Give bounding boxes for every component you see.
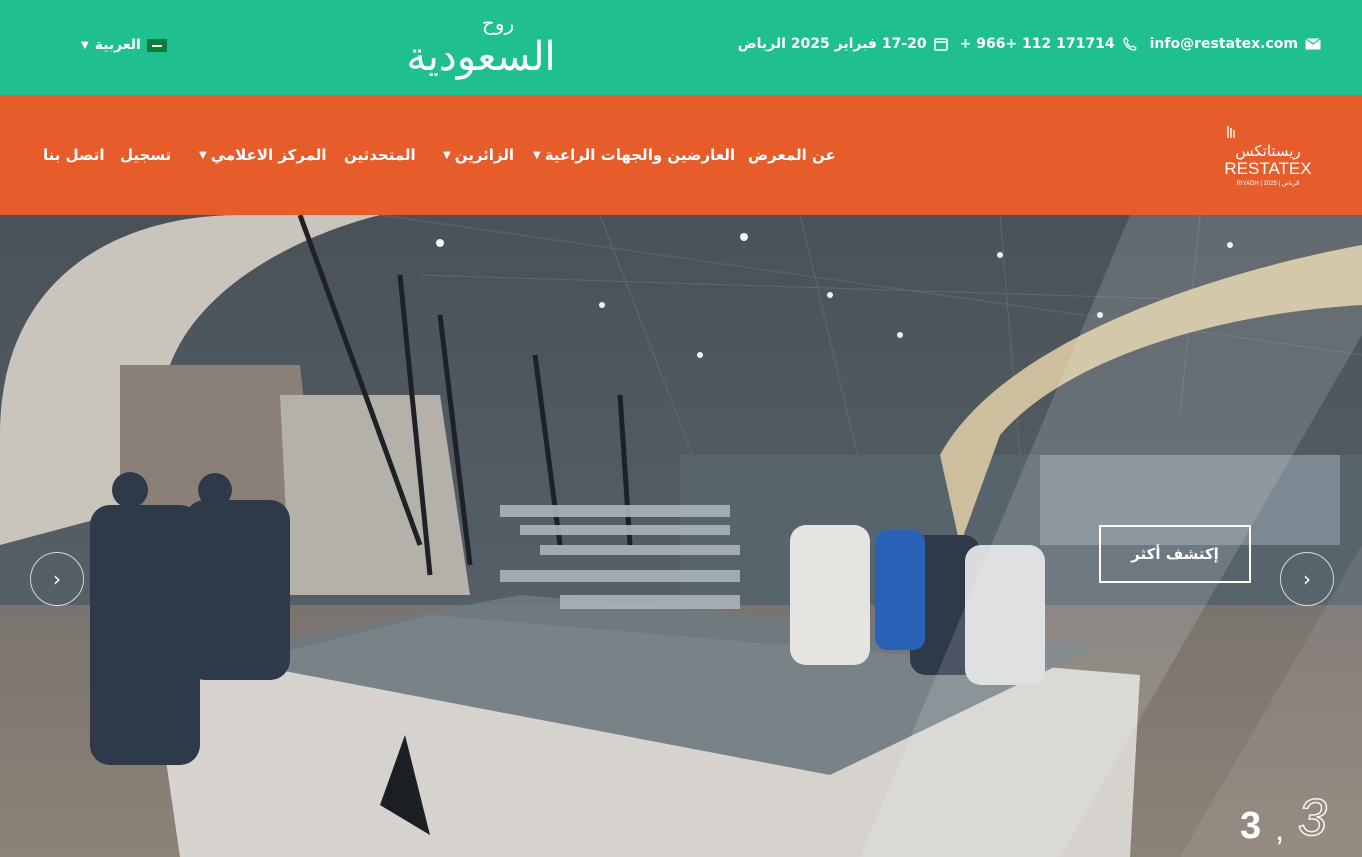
logo-latin-text: RESTATEX: [1224, 159, 1311, 178]
slider-prev-button[interactable]: ›: [30, 552, 84, 606]
slide-counter: 3 , 3: [1240, 788, 1328, 848]
event-dates: 17-20 فبراير 2025 الرياض: [738, 36, 948, 52]
nav-item-visitors[interactable]: ▼ الزائرين: [443, 146, 514, 164]
contact-info: 17-20 فبراير 2025 الرياض + 966+ 112 1717…: [738, 36, 1321, 52]
saudi-flag-icon: [146, 38, 167, 52]
nav-item-register[interactable]: تسجيل: [120, 146, 171, 164]
slide-separator: ,: [1275, 811, 1285, 847]
phone-icon: [1122, 37, 1137, 51]
nav-item-label: المتحدثين: [344, 146, 416, 164]
chevron-right-icon: ›: [1303, 567, 1311, 591]
envelope-icon: [1305, 38, 1321, 50]
rooh-alsaudia-logo[interactable]: روح السعودية: [398, 6, 564, 90]
nav-item-label: العارضين والجهات الراعية: [544, 146, 736, 164]
restatex-logo[interactable]: ريستاتكس RESTATEX RIYADH | 2025 | الرياض: [1222, 124, 1314, 188]
chevron-down-icon: ▼: [533, 149, 541, 161]
discover-more-button[interactable]: إكتشف أكثر: [1099, 525, 1251, 583]
email-contact[interactable]: info@restatex.com: [1150, 36, 1321, 52]
language-label: العربية: [94, 37, 141, 53]
logo-text-small: روح: [482, 11, 514, 35]
top-bar: ▼ العربية روح السعودية 17-20 فبراير 2025…: [0, 0, 1362, 95]
phone-contact[interactable]: + 966+ 112 171714: [960, 36, 1138, 52]
nav-item-label: اتصل بنا: [43, 146, 105, 164]
hero-slider: › › إكتشف أكثر 3 , 3: [0, 215, 1362, 857]
chevron-down-icon: ▼: [81, 39, 89, 51]
slide-current: 3: [1240, 805, 1262, 847]
chevron-right-icon: ›: [53, 567, 61, 591]
slider-next-button[interactable]: ›: [1280, 552, 1334, 606]
nav-item-label: عن المعرض: [748, 146, 836, 164]
dates-text: 17-20 فبراير 2025 الرياض: [737, 36, 927, 52]
language-switcher[interactable]: ▼ العربية: [81, 37, 167, 53]
calendar-icon: [933, 38, 948, 51]
nav-item-media-center[interactable]: ▼ المركز الاعلامي: [199, 146, 327, 164]
nav-item-exhibitors[interactable]: ▼ العارضين والجهات الراعية: [533, 146, 735, 164]
nav-item-label: تسجيل: [120, 146, 172, 164]
chevron-down-icon: ▼: [199, 149, 207, 161]
slide-total: 3: [1297, 788, 1327, 848]
logo-sub-text: RIYADH | 2025 | الرياض: [1237, 180, 1300, 187]
logo-arabic-text: ريستاتكس: [1235, 142, 1300, 160]
nav-item-label: المركز الاعلامي: [210, 146, 327, 164]
phone-text[interactable]: + 966+ 112 171714: [960, 36, 1115, 52]
email-text[interactable]: info@restatex.com: [1150, 36, 1298, 52]
logo-text-main: السعودية: [406, 34, 555, 80]
nav-item-label: الزائرين: [454, 146, 515, 164]
nav-item-about[interactable]: عن المعرض: [748, 146, 836, 164]
nav-item-contact[interactable]: اتصل بنا: [43, 146, 105, 164]
chevron-down-icon: ▼: [443, 149, 451, 161]
nav-item-speakers[interactable]: المتحدثين: [344, 146, 416, 164]
